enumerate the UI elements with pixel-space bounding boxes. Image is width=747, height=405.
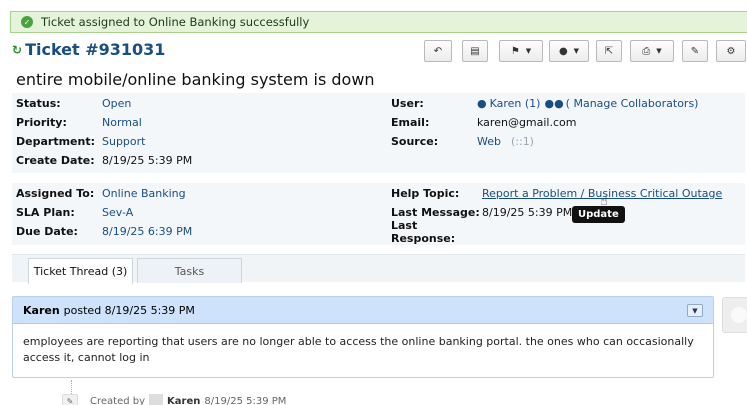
due-date-value[interactable]: 8/19/25 6:39 PM	[102, 225, 192, 238]
last-message-label: Last Message:	[391, 206, 480, 219]
flag-icon: ⚑	[510, 45, 520, 57]
reply-icon: ↶	[433, 45, 443, 57]
sla-plan-row: SLA Plan: Sev-A	[16, 203, 133, 222]
thread-posted: posted 8/19/25 5:39 PM	[63, 303, 195, 317]
user-icon: ●	[558, 45, 568, 57]
help-topic-row: Help Topic: Report a Problem / Business …	[391, 184, 722, 203]
check-circle-icon: ✓	[21, 16, 33, 28]
help-topic-label: Help Topic:	[391, 187, 460, 200]
source-label: Source:	[391, 135, 439, 148]
create-date-value: 8/19/25 5:39 PM	[102, 154, 193, 167]
avatar	[149, 394, 164, 405]
user-value[interactable]: Karen (1)	[490, 97, 541, 110]
department-value[interactable]: Support	[102, 135, 145, 148]
refresh-icon[interactable]: ↻	[12, 43, 22, 57]
thread-body: employees are reporting that users are n…	[23, 335, 694, 364]
due-date-label: Due Date:	[16, 225, 78, 238]
last-response-label: Last Response:	[391, 218, 456, 245]
last-message-value: 8/19/25 5:39 PM	[482, 206, 573, 219]
tabs-bar: Ticket Thread (3) Tasks	[12, 254, 745, 284]
print-pdf-icon: ▤	[470, 45, 480, 57]
ticket-number[interactable]: Ticket #931031	[25, 40, 165, 59]
chevron-down-icon: ▼	[692, 306, 698, 315]
sla-plan-value[interactable]: Sev-A	[102, 206, 133, 219]
gear-icon: ⚙	[726, 45, 736, 57]
email-value: karen@gmail.com	[477, 116, 577, 129]
created-date: 8/19/25 5:39 PM	[204, 395, 287, 405]
thread-author: Karen	[23, 303, 60, 317]
tab-ticket-thread[interactable]: Ticket Thread (3)	[28, 258, 133, 284]
status-value[interactable]: Open	[102, 97, 131, 110]
status-row: Status: Open	[16, 94, 131, 113]
source-ip: (::1)	[510, 135, 534, 148]
create-date-row: Create Date: 8/19/25 5:39 PM	[16, 151, 192, 170]
flag-dropdown-button[interactable]: ⚑ ▼	[499, 40, 543, 62]
priority-label: Priority:	[16, 116, 67, 129]
ticket-header: ↻ Ticket #931031	[12, 40, 165, 59]
ticket-subject: entire mobile/online banking system is d…	[16, 70, 375, 89]
assigned-to-row: Assigned To: Online Banking	[16, 184, 186, 203]
pencil-icon: ✎	[62, 394, 78, 405]
settings-button[interactable]: ⚙	[716, 40, 746, 62]
share-button[interactable]: ⇱	[596, 40, 622, 62]
print-dropdown-button[interactable]: ⎙ ▼	[630, 40, 674, 62]
created-by-label: Created by	[90, 395, 146, 405]
avatar	[722, 297, 747, 333]
assigned-to-value[interactable]: Online Banking	[102, 187, 186, 200]
source-row: Source: Web (::1)	[391, 132, 534, 151]
thread-entry-header: Karen posted 8/19/25 5:39 PM ▼	[13, 297, 713, 324]
department-label: Department:	[16, 135, 95, 148]
hand-cursor-icon: ☝	[600, 194, 608, 209]
last-response-row: Last Response:	[391, 219, 482, 245]
reply-button[interactable]: ↶	[424, 40, 452, 62]
email-row: Email: karen@gmail.com	[391, 113, 576, 132]
alert-message: Ticket assigned to Online Banking succes…	[41, 15, 310, 29]
printer-icon: ⎙	[642, 45, 651, 57]
sla-plan-label: SLA Plan:	[16, 206, 75, 219]
edit-icon: ✎	[690, 45, 700, 57]
user-icon: ●	[477, 97, 487, 110]
user-row: User: ● Karen (1) ●● ( Manage Collaborat…	[391, 94, 698, 113]
thread-entry: Karen posted 8/19/25 5:39 PM ▼ employees…	[12, 296, 714, 378]
priority-row: Priority: Normal	[16, 113, 142, 132]
due-date-row: Due Date: 8/19/25 6:39 PM	[16, 222, 192, 241]
source-value[interactable]: Web	[477, 135, 501, 148]
priority-value[interactable]: Normal	[102, 116, 142, 129]
create-date-label: Create Date:	[16, 154, 95, 167]
edit-button[interactable]: ✎	[682, 40, 708, 62]
thread-options-dropdown[interactable]: ▼	[687, 304, 703, 317]
chevron-down-icon: ▼	[656, 47, 662, 55]
share-icon: ⇱	[604, 45, 614, 57]
assigned-to-label: Assigned To:	[16, 187, 95, 200]
assign-dropdown-button[interactable]: ● ▼	[549, 40, 589, 62]
chevron-down-icon: ▼	[573, 47, 580, 55]
pdf-button[interactable]: ▤	[462, 40, 488, 62]
created-by-author: Karen	[167, 395, 201, 405]
manage-collaborators-link[interactable]: ( Manage Collaborators)	[566, 97, 699, 110]
success-alert: ✓ Ticket assigned to Online Banking succ…	[10, 11, 747, 33]
collaborators-icon: ●●	[544, 97, 564, 110]
thread-event-row: ✎ Created by Karen 8/19/25 5:39 PM	[62, 394, 286, 405]
email-label: Email:	[391, 116, 430, 129]
department-row: Department: Support	[16, 132, 145, 151]
status-label: Status:	[16, 97, 61, 110]
user-label: User:	[391, 97, 424, 110]
update-tooltip: Update	[572, 206, 625, 223]
chevron-down-icon: ▼	[525, 47, 532, 55]
tab-tasks[interactable]: Tasks	[137, 258, 242, 283]
